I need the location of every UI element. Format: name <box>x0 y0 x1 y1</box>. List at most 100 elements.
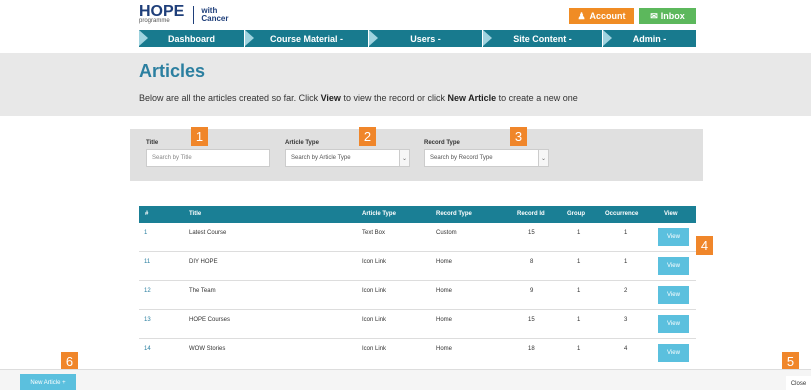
desc-new-article-bold: New Article <box>447 93 497 103</box>
row-group: 1 <box>577 288 581 294</box>
row-group: 1 <box>577 346 581 352</box>
row-record-type: Home <box>436 317 453 323</box>
header-record-type[interactable]: Record Type <box>436 211 472 217</box>
table-row: 14 WOW Stories Icon Link Home 18 1 4 Vie… <box>139 339 696 368</box>
row-num[interactable]: 13 <box>144 317 151 323</box>
header-num: # <box>145 211 149 217</box>
record-type-value: Search by Record Type <box>430 155 493 161</box>
top-header: HOPE programme with Cancer ♟ Account ✉ I… <box>0 0 811 28</box>
header-group[interactable]: Group <box>567 211 585 217</box>
logo-with-cancer: with Cancer <box>201 7 228 23</box>
row-article-type: Icon Link <box>362 317 387 323</box>
row-article-type: Icon Link <box>362 346 387 352</box>
nav-item-dashboard[interactable]: Dashboard <box>139 30 245 47</box>
filter-panel: Title Search by Title Article Type Searc… <box>130 129 703 181</box>
view-button[interactable]: View <box>658 286 689 304</box>
view-button[interactable]: View <box>658 257 689 275</box>
nav-label: Dashboard <box>167 33 215 44</box>
row-record-type: Custom <box>436 230 457 236</box>
table-header: # Title Article Type Record Type Record … <box>139 206 696 223</box>
row-group: 1 <box>577 230 581 236</box>
row-record-id: 8 <box>530 259 534 265</box>
nav-item-admin[interactable]: Admin - <box>603 30 696 47</box>
nav-item-users[interactable]: Users - <box>369 30 483 47</box>
row-article-type: Text Box <box>362 230 386 236</box>
row-occurrence: 1 <box>624 259 628 265</box>
header-view: View <box>664 211 678 217</box>
row-article-type: Icon Link <box>362 288 387 294</box>
chevron-down-icon: ⌄ <box>399 150 409 166</box>
callout-badge: 3 <box>510 127 527 146</box>
row-occurrence: 2 <box>624 288 628 294</box>
row-title: Latest Course <box>189 230 227 236</box>
new-article-button[interactable]: New Article + <box>20 374 76 390</box>
header-article-type[interactable]: Article Type <box>362 211 396 217</box>
callout-badge: 2 <box>359 127 376 146</box>
row-num[interactable]: 11 <box>144 259 150 265</box>
row-occurrence: 1 <box>624 230 628 236</box>
callout-badge: 1 <box>191 127 208 146</box>
article-type-select[interactable]: Search by Article Type ⌄ <box>285 149 410 167</box>
article-type-value: Search by Article Type <box>291 155 351 161</box>
view-button[interactable]: View <box>658 315 689 333</box>
view-button[interactable]: View <box>658 344 689 362</box>
inbox-label: Inbox <box>660 11 685 21</box>
desc-part: to create a new one <box>496 93 578 103</box>
row-record-type: Home <box>436 346 453 352</box>
logo-separator <box>193 6 195 24</box>
row-occurrence: 3 <box>624 317 628 323</box>
hope-logo[interactable]: HOPE programme with Cancer <box>139 4 228 26</box>
chevron-down-icon: ⌄ <box>538 150 548 166</box>
desc-view-bold: View <box>320 93 341 103</box>
account-label: Account <box>589 11 626 21</box>
row-record-id: 15 <box>528 317 535 323</box>
row-group: 1 <box>577 317 581 323</box>
table-row: 11 DIY HOPE Icon Link Home 8 1 1 View <box>139 252 696 281</box>
row-record-type: Home <box>436 259 453 265</box>
row-record-id: 18 <box>528 346 535 352</box>
main-nav: Dashboard Course Material - Users - Site… <box>139 30 696 47</box>
article-type-filter-label: Article Type <box>285 140 319 146</box>
row-title: HOPE Courses <box>189 317 231 323</box>
record-type-filter-label: Record Type <box>424 140 460 146</box>
page-description: Below are all the articles created so fa… <box>139 93 578 103</box>
nav-item-course-material[interactable]: Course Material - <box>245 30 369 47</box>
nav-item-site-content[interactable]: Site Content - <box>483 30 603 47</box>
row-num[interactable]: 12 <box>144 288 151 294</box>
articles-table: # Title Article Type Record Type Record … <box>139 206 696 368</box>
row-article-type: Icon Link <box>362 259 387 265</box>
callout-badge: 4 <box>696 236 713 255</box>
header-occurrence[interactable]: Occurrence <box>605 211 638 217</box>
nav-label: Site Content - <box>513 33 572 44</box>
close-button[interactable]: Close <box>786 376 811 390</box>
inbox-button[interactable]: ✉ Inbox <box>639 8 696 24</box>
bottom-bar: New Article + Close <box>0 369 811 390</box>
record-type-select[interactable]: Search by Record Type ⌄ <box>424 149 549 167</box>
logo-hope: HOPE programme <box>139 4 184 25</box>
view-button[interactable]: View <box>658 228 689 246</box>
account-button[interactable]: ♟ Account <box>569 8 634 24</box>
title-search-input[interactable]: Search by Title <box>146 149 270 167</box>
table-row: 1 Latest Course Text Box Custom 15 1 1 V… <box>139 223 696 252</box>
title-filter-label: Title <box>146 140 159 146</box>
row-record-id: 9 <box>530 288 534 294</box>
header-title[interactable]: Title <box>189 211 201 217</box>
row-title: DIY HOPE <box>189 259 218 265</box>
nav-label: Admin - <box>632 33 667 44</box>
row-occurrence: 4 <box>624 346 628 352</box>
row-title: WOW Stories <box>189 346 226 352</box>
row-title: The Team <box>189 288 216 294</box>
desc-part: Below are all the articles created so fa… <box>139 93 321 103</box>
row-num[interactable]: 1 <box>144 230 147 236</box>
table-row: 13 HOPE Courses Icon Link Home 15 1 3 Vi… <box>139 310 696 339</box>
page-title: Articles <box>139 61 206 81</box>
table-row: 12 The Team Icon Link Home 9 1 2 View <box>139 281 696 310</box>
row-record-type: Home <box>436 288 453 294</box>
desc-part: to view the record or click <box>340 93 448 103</box>
logo-cancer-text: Cancer <box>201 14 229 23</box>
page-banner: Articles Below are all the articles crea… <box>0 53 811 116</box>
header-record-id[interactable]: Record Id <box>517 211 545 217</box>
nav-label: Users - <box>410 33 441 44</box>
row-num[interactable]: 14 <box>144 346 151 352</box>
nav-label: Course Material - <box>269 33 344 44</box>
